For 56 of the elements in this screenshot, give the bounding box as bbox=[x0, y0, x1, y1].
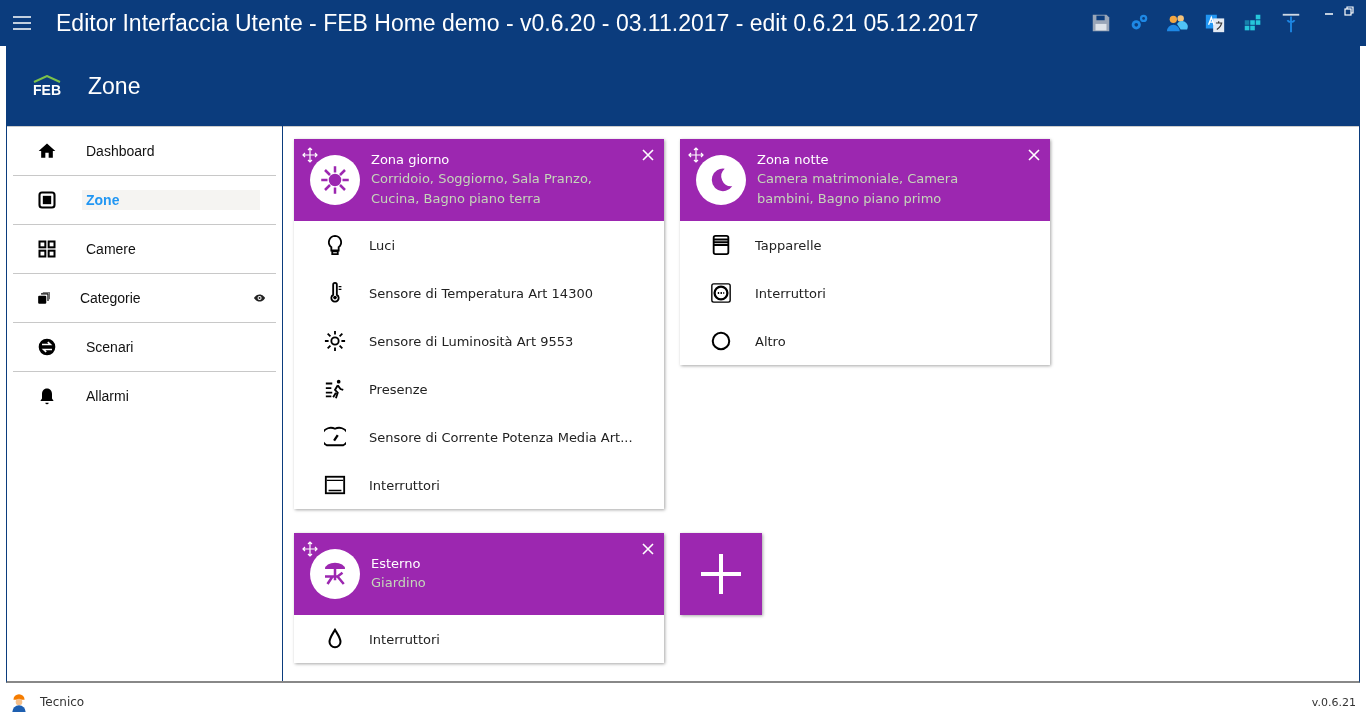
device-item[interactable]: Interruttori bbox=[755, 285, 826, 301]
zone-rooms: Camera matrimoniale, Camera bambini, Bagno piano primo bbox=[757, 169, 960, 208]
save-button[interactable] bbox=[1090, 12, 1112, 34]
device-item[interactable]: Sensore di Corrente Potenza Media Art... bbox=[369, 429, 633, 445]
device-item[interactable]: Sensore di Temperatura Art 14300 bbox=[369, 285, 593, 301]
add-zone-button[interactable] bbox=[680, 533, 762, 615]
page-title: Zone bbox=[88, 72, 141, 100]
antenna-button[interactable] bbox=[1280, 12, 1302, 34]
users-button[interactable] bbox=[1166, 12, 1188, 34]
zone-rooms: Corridoio, Soggiorno, Sala Pranzo, Cucina, Bagno piano terra bbox=[371, 169, 593, 208]
close-icon[interactable] bbox=[642, 149, 654, 161]
circle-icon bbox=[710, 330, 732, 352]
nav-item[interactable]: Scenari bbox=[82, 337, 260, 357]
device-item[interactable]: Luci bbox=[369, 237, 395, 253]
device-item[interactable]: Sensore di Luminosità Art 9553 bbox=[369, 333, 574, 349]
home-icon bbox=[37, 141, 57, 161]
move-icon[interactable] bbox=[688, 147, 704, 163]
window-title: Editor Interfaccia Utente - FEB Home demo - v0.6.20 - 03.11.2017 - edit 0.6.21 05.12.2017 bbox=[56, 9, 979, 37]
grid-icon bbox=[37, 239, 57, 259]
zone-name: Zona notte bbox=[757, 151, 830, 167]
nav-item[interactable]: Categorie bbox=[75, 288, 254, 308]
restore-icon[interactable] bbox=[1344, 6, 1354, 16]
antenna-icon bbox=[1280, 12, 1302, 34]
device-item[interactable]: Presenze bbox=[369, 381, 428, 397]
nav-item[interactable]: Allarmi bbox=[82, 386, 260, 406]
zone-name: Esterno bbox=[371, 555, 422, 571]
translate-button[interactable] bbox=[1204, 12, 1226, 34]
users-icon bbox=[1166, 12, 1188, 34]
sun-icon bbox=[320, 165, 350, 195]
close-icon[interactable] bbox=[1028, 149, 1040, 161]
sunline-icon bbox=[324, 330, 346, 352]
socket-icon bbox=[710, 282, 732, 304]
move-icon[interactable] bbox=[302, 147, 318, 163]
worker-icon bbox=[10, 692, 28, 712]
device-item[interactable]: Interruttori bbox=[369, 631, 440, 647]
plus-icon bbox=[701, 554, 741, 594]
shutter-icon bbox=[710, 234, 732, 256]
menu-icon[interactable] bbox=[13, 16, 31, 30]
close-icon[interactable] bbox=[642, 543, 654, 555]
save-icon bbox=[1090, 12, 1112, 34]
device-item[interactable]: Interruttori bbox=[369, 477, 440, 493]
user-name: Tecnico bbox=[40, 695, 85, 709]
translate-icon bbox=[1204, 12, 1226, 34]
nav-item[interactable]: Dashboard bbox=[82, 141, 260, 161]
device-item[interactable]: Tapparelle bbox=[755, 237, 822, 253]
move-icon[interactable] bbox=[302, 541, 318, 557]
zone-rooms: Giardino bbox=[371, 573, 427, 592]
panel-icon bbox=[324, 474, 346, 496]
device-item[interactable]: Altro bbox=[755, 333, 786, 349]
swap-icon bbox=[37, 337, 57, 357]
zone-name: Zona giorno bbox=[371, 151, 451, 167]
walk-icon bbox=[324, 378, 346, 400]
logo: FEB bbox=[32, 75, 62, 97]
version-label: v.0.6.21 bbox=[1311, 695, 1356, 709]
nav-item[interactable]: Camere bbox=[82, 239, 260, 259]
square-icon bbox=[37, 190, 57, 210]
